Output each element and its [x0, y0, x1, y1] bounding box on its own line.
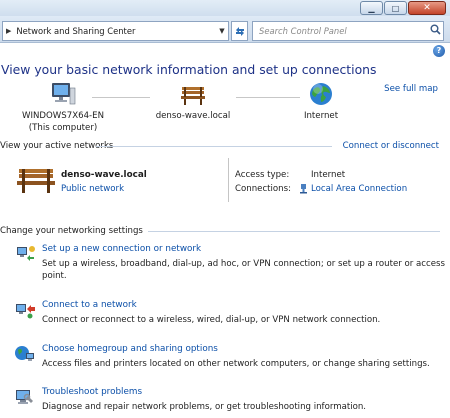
active-network-name: denso-wave.local — [61, 170, 147, 180]
bench-icon — [181, 87, 205, 105]
breadcrumb[interactable]: Network and Sharing Center — [16, 26, 216, 36]
see-full-map-link[interactable]: See full map — [384, 84, 438, 94]
connect-network-icon[interactable] — [14, 300, 36, 320]
refresh-icon — [235, 26, 244, 36]
homegroup-sharing-link[interactable]: Choose homegroup and sharing options — [42, 344, 218, 354]
access-type-label: Access type: — [235, 170, 290, 180]
connect-or-disconnect-link[interactable]: Connect or disconnect — [343, 141, 439, 151]
map-node-computer-sub: (This computer) — [28, 123, 98, 133]
page-title: View your basic network information and … — [1, 62, 377, 77]
map-node-internet-name: Internet — [303, 111, 339, 121]
local-area-connection-link[interactable]: Local Area Connection — [311, 184, 407, 194]
map-node-internet[interactable]: Internet — [288, 81, 354, 122]
title-bar: ▁ □ ✕ — [0, 0, 450, 16]
setup-connection-link[interactable]: Set up a new connection or network — [42, 244, 201, 254]
navigation-bar: ▶ Network and Sharing Center ▼ — [0, 16, 450, 43]
map-node-computer-name: WINDOWS7X64-EN — [21, 111, 105, 121]
help-icon[interactable]: ? — [433, 45, 445, 57]
bench-icon — [17, 169, 55, 193]
network-type-link[interactable]: Public network — [61, 184, 124, 194]
task-homegroup: Choose homegroup and sharing options Acc… — [14, 344, 444, 374]
window-controls: ▁ □ ✕ — [360, 1, 446, 15]
homegroup-sharing-desc: Access files and printers located on oth… — [42, 359, 430, 369]
computer-icon — [52, 83, 76, 105]
close-button[interactable]: ✕ — [408, 1, 446, 15]
globe-icon — [310, 83, 332, 105]
map-connector — [92, 97, 150, 98]
access-type-value: Internet — [311, 170, 346, 180]
address-dropdown-icon[interactable]: ▼ — [216, 27, 228, 35]
connect-to-network-link[interactable]: Connect to a network — [42, 300, 137, 310]
section-divider — [148, 231, 440, 232]
search-box[interactable] — [252, 21, 444, 41]
connections-label: Connections: — [235, 184, 291, 194]
troubleshoot-desc: Diagnose and repair network problems, or… — [42, 402, 367, 412]
troubleshoot-icon[interactable] — [14, 387, 36, 407]
address-bar[interactable]: ▶ Network and Sharing Center ▼ — [2, 21, 229, 41]
map-node-network[interactable]: denso-wave.local — [150, 81, 236, 122]
task-connect-network: Connect to a network Connect or reconnec… — [14, 300, 444, 330]
section-divider — [96, 146, 332, 147]
troubleshoot-link[interactable]: Troubleshoot problems — [42, 387, 142, 397]
search-icon[interactable] — [427, 24, 443, 38]
maximize-button[interactable]: □ — [384, 1, 407, 15]
breadcrumb-arrow-icon[interactable]: ▶ — [6, 27, 11, 35]
network-adapter-icon — [300, 184, 307, 194]
task-new-connection: Set up a new connection or network Set u… — [14, 244, 445, 284]
vertical-divider — [228, 158, 229, 202]
refresh-button[interactable] — [231, 21, 248, 41]
connect-to-network-desc: Connect or reconnect to a wireless, wire… — [42, 315, 381, 325]
map-node-network-name: denso-wave.local — [155, 111, 231, 121]
task-troubleshoot: Troubleshoot problems Diagnose and repai… — [14, 387, 444, 417]
settings-heading: Change your networking settings — [0, 226, 143, 236]
map-node-computer[interactable]: WINDOWS7X64-EN (This computer) — [18, 81, 108, 134]
new-connection-icon[interactable] — [14, 244, 36, 264]
search-input[interactable] — [253, 22, 427, 40]
homegroup-icon[interactable] — [14, 344, 36, 364]
minimize-button[interactable]: ▁ — [360, 1, 383, 15]
setup-connection-desc: Set up a wireless, broadband, dial-up, a… — [42, 259, 445, 281]
